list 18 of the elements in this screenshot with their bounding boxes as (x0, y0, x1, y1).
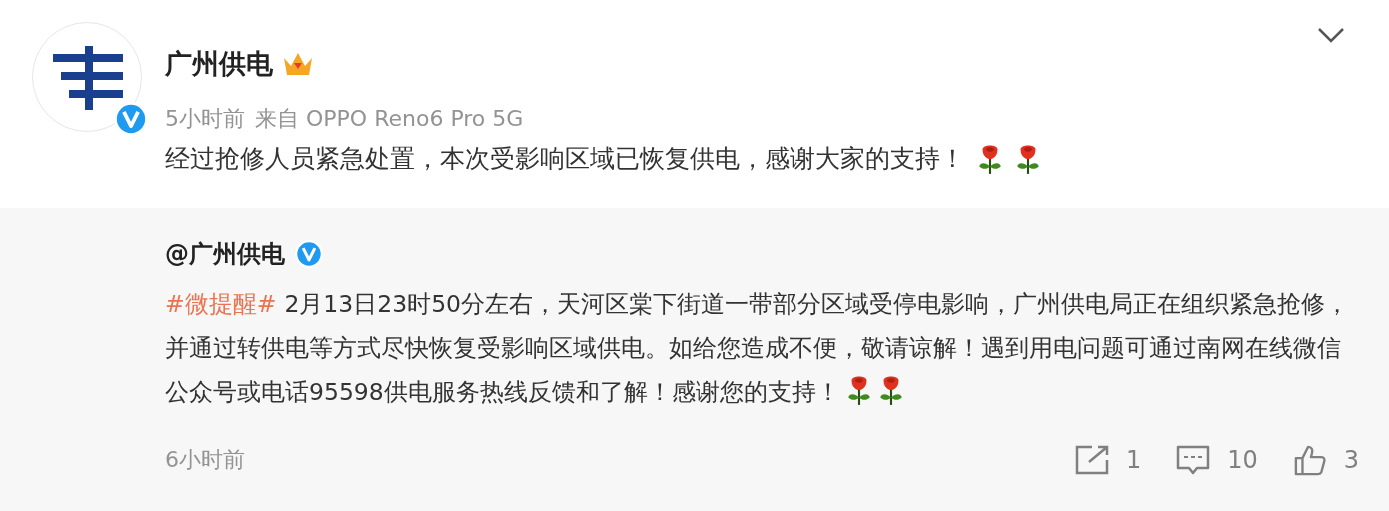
rose-icon (977, 142, 1003, 175)
comment-button[interactable]: 10 (1175, 444, 1258, 476)
repost-text: #微提醒# 2月13日23时50分左右，天河区棠下街道一带部分区域受停电影响，广州供电局正在组织紧急抢修，并通过转供电等方式尽快恢复受影响区域供电。如给您造成不便，敬请谅解！遇到用电问题可通过南网在线微信公众号或电话95598供电服务热线反馈和了解！感谢您的支持！ (165, 289, 1351, 408)
like-button[interactable]: 3 (1291, 444, 1359, 476)
rose-icon (877, 374, 904, 406)
author-name[interactable]: 广州供电 (165, 46, 273, 82)
rose-icon (1015, 142, 1041, 175)
rose-icon (845, 374, 872, 406)
topic-link[interactable]: #微提醒# (165, 290, 277, 318)
comment-icon (1175, 444, 1212, 476)
post-text: 经过抢修人员紧急处置，本次受影响区域已恢复供电，感谢大家的支持！ (165, 143, 965, 175)
repost-time: 6小时前 (165, 446, 246, 474)
post-source: 来自 OPPO Reno6 Pro 5G (255, 105, 524, 133)
post-time: 5小时前 (165, 105, 245, 133)
share-icon (1073, 444, 1110, 476)
repost-author[interactable]: @广州供电 (165, 238, 285, 270)
chevron-down-icon[interactable] (1317, 26, 1345, 44)
share-button[interactable]: 1 (1073, 444, 1142, 476)
